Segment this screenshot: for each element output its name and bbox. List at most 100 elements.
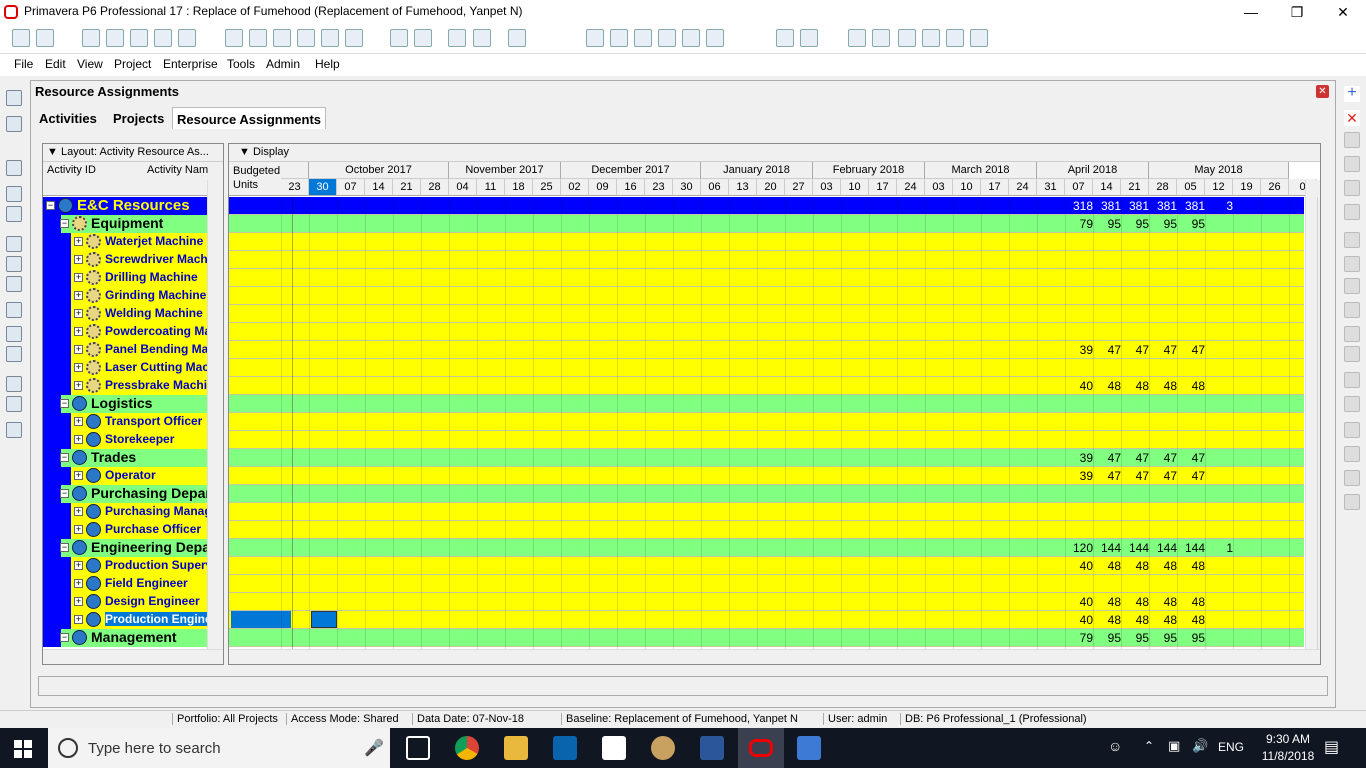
side-tool-icon[interactable] <box>1344 446 1360 462</box>
activity-row[interactable]: + Screwdriver Machine <box>43 251 207 269</box>
side-tool-icon[interactable] <box>1344 470 1360 486</box>
split-icon[interactable] <box>682 29 700 47</box>
left-tool-icon[interactable] <box>6 206 22 222</box>
collapse-icon[interactable]: − <box>60 633 69 642</box>
side-tool-icon[interactable] <box>1344 278 1360 294</box>
taskbar-search-box[interactable]: Type here to search 🎤 <box>48 728 390 768</box>
task-view-icon[interactable] <box>406 736 430 760</box>
word-icon[interactable] <box>700 736 724 760</box>
network-icon[interactable]: ▣ <box>1168 738 1180 754</box>
horizontal-scrollbar[interactable] <box>229 649 1320 664</box>
paint-icon[interactable] <box>651 736 675 760</box>
stack-icon[interactable] <box>249 29 267 47</box>
grid-icon[interactable] <box>82 29 100 47</box>
left-tool-icon[interactable] <box>6 396 22 412</box>
tab-activities[interactable]: Activities <box>35 107 101 129</box>
number-icon[interactable] <box>508 29 526 47</box>
microphone-icon[interactable]: 🎤 <box>364 738 384 758</box>
collapse-icon[interactable]: − <box>60 543 69 552</box>
columns-icon[interactable] <box>414 29 432 47</box>
activity-row[interactable]: + Panel Bending Machine <box>43 341 207 359</box>
collapse-icon[interactable]: − <box>46 201 55 210</box>
layout-selector[interactable]: ▼ Layout: Activity Resource As... <box>43 144 223 162</box>
side-tool-icon[interactable] <box>1344 132 1360 148</box>
file-explorer-icon[interactable] <box>504 736 528 760</box>
left-tool-icon[interactable] <box>6 116 22 132</box>
expand-icon[interactable]: + <box>74 291 83 300</box>
filter-icon[interactable] <box>130 29 148 47</box>
expand-icon[interactable]: + <box>74 435 83 444</box>
side-tool-icon[interactable] <box>1344 372 1360 388</box>
clock-time[interactable]: 9:30 AM <box>1258 732 1318 746</box>
activity-row[interactable]: + Laser Cutting Machine <box>43 359 207 377</box>
expand-icon[interactable]: + <box>74 525 83 534</box>
menu-file[interactable]: File <box>14 57 33 71</box>
left-tool-icon[interactable] <box>6 236 22 252</box>
tree-icon[interactable] <box>297 29 315 47</box>
bars-icon[interactable] <box>225 29 243 47</box>
column-activity-id[interactable]: Activity ID <box>47 164 96 176</box>
expand-icon[interactable]: + <box>74 597 83 606</box>
collapse-icon[interactable]: − <box>60 219 69 228</box>
layout-icon[interactable] <box>178 29 196 47</box>
left-tool-icon[interactable] <box>6 346 22 362</box>
primavera-taskbar-button[interactable] <box>738 728 784 768</box>
add-icon[interactable]: + <box>1344 85 1360 102</box>
activity-row[interactable]: − Trades <box>43 449 207 467</box>
activity-row[interactable]: − Logistics <box>43 395 207 413</box>
group-icon[interactable] <box>321 29 339 47</box>
chrome-icon[interactable] <box>455 736 479 760</box>
left-tool-icon[interactable] <box>6 90 22 106</box>
expand-icon[interactable]: + <box>74 507 83 516</box>
link-icon[interactable] <box>706 29 724 47</box>
menu-edit[interactable]: Edit <box>45 57 66 71</box>
expand-icon[interactable]: + <box>74 615 83 624</box>
split-pane-icon[interactable] <box>898 29 916 47</box>
note-icon[interactable] <box>922 29 940 47</box>
left-tool-icon[interactable] <box>6 376 22 392</box>
side-tool-icon[interactable] <box>1344 326 1360 342</box>
side-tool-icon[interactable] <box>1344 180 1360 196</box>
zoom-in-icon[interactable] <box>776 29 794 47</box>
left-tool-icon[interactable] <box>6 422 22 438</box>
display-menu[interactable]: ▼ Display <box>229 144 1320 162</box>
activity-row[interactable]: − Purchasing Department <box>43 485 207 503</box>
left-tool-icon[interactable] <box>6 326 22 342</box>
people-icon[interactable]: ☺ <box>1108 738 1122 754</box>
collapse-icon[interactable]: − <box>60 489 69 498</box>
activity-row[interactable]: + Welding Machine <box>43 305 207 323</box>
activity-row[interactable]: + Pressbrake Machine <box>43 377 207 395</box>
minimize-button[interactable]: — <box>1228 0 1274 24</box>
side-tool-icon[interactable] <box>1344 346 1360 362</box>
activity-row[interactable]: − Equipment <box>43 215 207 233</box>
left-tool-icon[interactable] <box>6 160 22 176</box>
activity-row[interactable]: − E&C Resources <box>43 197 207 215</box>
expand-icon[interactable]: + <box>74 363 83 372</box>
expand-icon[interactable]: + <box>74 327 83 336</box>
expand-icon[interactable]: + <box>74 237 83 246</box>
activity-row[interactable]: + Production Engineer <box>43 611 207 629</box>
expand-icon[interactable]: + <box>74 381 83 390</box>
expand-icon[interactable]: + <box>74 309 83 318</box>
print-preview-icon[interactable] <box>36 29 54 47</box>
left-tool-icon[interactable] <box>6 186 22 202</box>
photos-icon[interactable] <box>797 736 821 760</box>
expand-icon[interactable]: + <box>74 561 83 570</box>
windows-start-icon[interactable] <box>14 740 32 758</box>
assistant-icon[interactable] <box>970 29 988 47</box>
activity-row[interactable]: + Design Engineer <box>43 593 207 611</box>
column-activity-name[interactable]: Activity Nam <box>147 164 208 176</box>
left-tool-icon[interactable] <box>6 302 22 318</box>
volume-icon[interactable]: 🔊 <box>1192 738 1208 754</box>
panel-close-icon[interactable]: ✕ <box>1316 85 1329 98</box>
side-tool-icon[interactable] <box>1344 422 1360 438</box>
vertical-scrollbar[interactable] <box>207 180 223 650</box>
menu-tools[interactable]: Tools <box>227 57 255 71</box>
menu-view[interactable]: View <box>77 57 103 71</box>
zoom-out-icon[interactable] <box>800 29 818 47</box>
language-indicator[interactable]: ENG <box>1218 740 1244 754</box>
sort-icon[interactable] <box>345 29 363 47</box>
side-tool-icon[interactable] <box>1344 232 1360 248</box>
activity-row[interactable]: − Management <box>43 629 207 647</box>
calculator-icon[interactable] <box>602 736 626 760</box>
